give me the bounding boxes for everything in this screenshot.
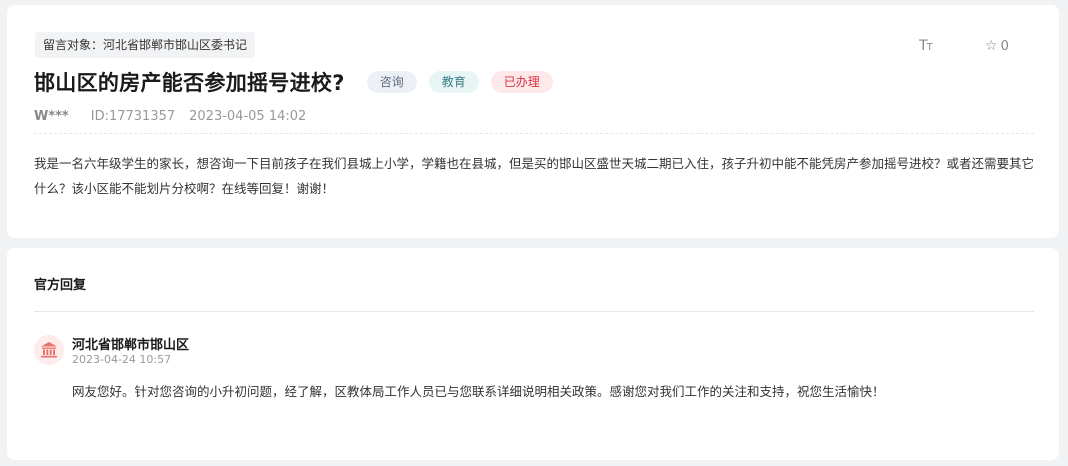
favorite-button[interactable]: ☆ 0 <box>985 38 1009 54</box>
government-building-icon <box>34 335 64 365</box>
message-content: 我是一名六年级学生的家长，想咨询一下目前孩子在我们县城上小学，学籍也在县城，但是… <box>34 156 1035 196</box>
reply-content: 网友您好。针对您咨询的小升初问题，经了解，区教体局工作人员已与您联系详细说明相关… <box>72 384 885 399</box>
reply-heading: 官方回复 <box>34 278 87 293</box>
favorite-count: 0 <box>1000 38 1009 54</box>
message-target-label: 留言对象：河北省邯郸市邯山区委书记 <box>35 32 256 58</box>
message-datetime: 2023-04-05 14:02 <box>189 109 307 124</box>
star-icon: ☆ <box>985 38 998 54</box>
reply-org-name: 河北省邯郸市邯山区 <box>72 338 190 353</box>
tag-consult-badge: 咨询 <box>366 71 417 93</box>
status-badge: 已办理 <box>490 71 553 93</box>
font-size-button[interactable]: TT <box>919 38 933 54</box>
font-size-icon: TT <box>919 38 933 54</box>
page-title: 邯山区的房产能否参加摇号进校? <box>34 71 345 95</box>
message-id: ID:17731357 <box>90 109 176 124</box>
tag-education-badge: 教育 <box>428 71 479 93</box>
official-reply-card: 官方回复 河北省邯郸市邯山区 2023-04-24 10:57 网友您好。针对您… <box>7 248 1059 460</box>
message-meta: W*** ID:17731357 2023-04-05 14:02 <box>34 109 306 124</box>
reply-datetime: 2023-04-24 10:57 <box>72 353 172 366</box>
author-name: W*** <box>34 109 69 124</box>
divider <box>34 311 1034 312</box>
title-row: 邯山区的房产能否参加摇号进校? 咨询 教育 已办理 <box>34 67 565 97</box>
divider <box>34 133 1034 134</box>
message-card: 留言对象：河北省邯郸市邯山区委书记 邯山区的房产能否参加摇号进校? 咨询 教育 … <box>7 5 1059 238</box>
